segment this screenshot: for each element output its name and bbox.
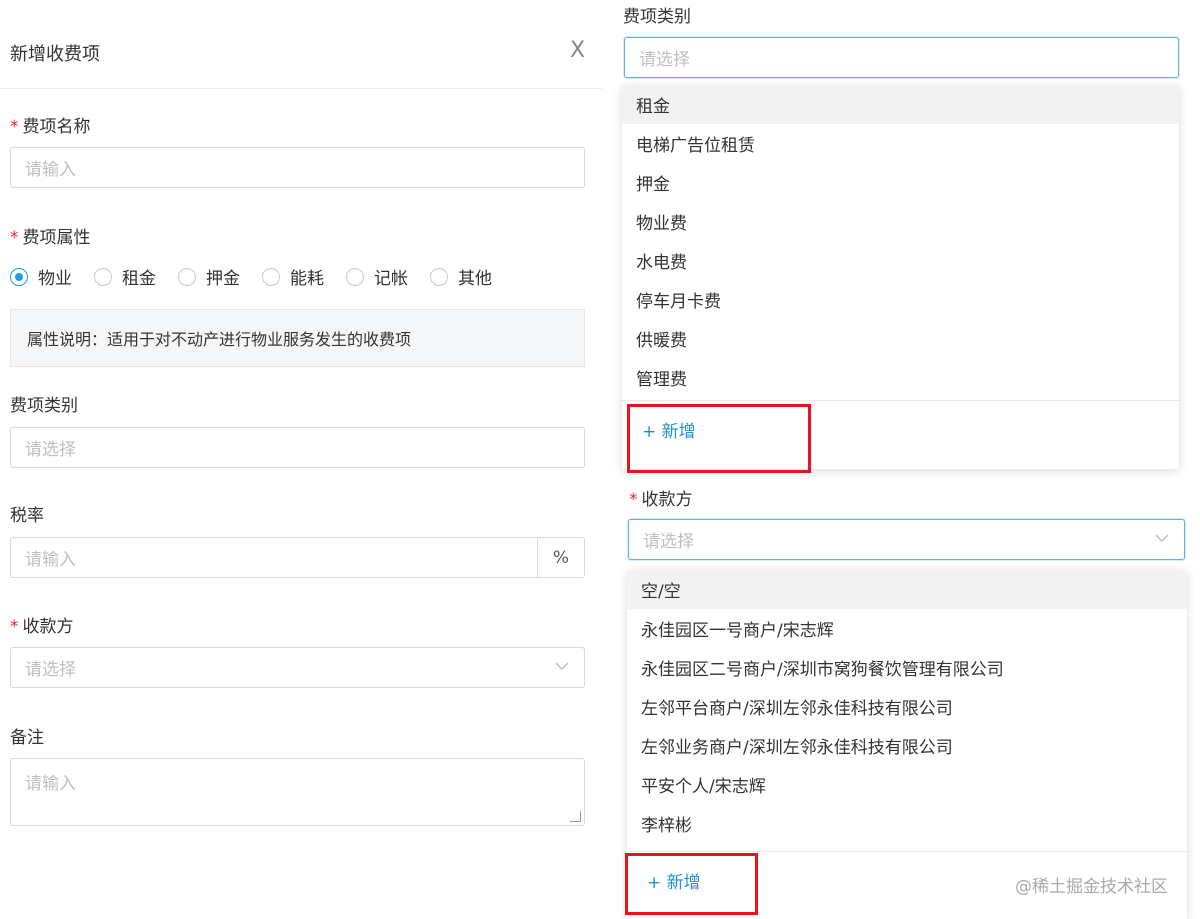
- remark-field-label: 备注: [10, 728, 44, 748]
- required-mark: *: [10, 117, 19, 137]
- payee-select-placeholder: 请选择: [25, 660, 76, 680]
- payee-option[interactable]: 左邻业务商户/深圳左邻永佳科技有限公司: [627, 726, 1187, 765]
- category-option[interactable]: 水电费: [622, 241, 1179, 280]
- payee-panel-placeholder: 请选择: [643, 532, 694, 552]
- resize-handle-icon[interactable]: [570, 811, 581, 822]
- payee-panel-label: * 收款方: [629, 490, 693, 510]
- category-option[interactable]: 管理费: [622, 358, 1179, 397]
- category-option[interactable]: 押金: [622, 163, 1179, 202]
- remark-textarea[interactable]: 请输入: [10, 758, 585, 826]
- modal-title: 新增收费项: [10, 44, 100, 65]
- payee-option[interactable]: 空/空: [627, 570, 1187, 609]
- close-icon[interactable]: X: [570, 38, 585, 63]
- chevron-down-icon: [554, 658, 570, 678]
- payee-option[interactable]: 平安个人/宋志辉: [627, 765, 1187, 804]
- payee-option[interactable]: 左邻平台商户/深圳左邻永佳科技有限公司: [627, 687, 1187, 726]
- payee-option[interactable]: 李梓彬: [627, 804, 1187, 843]
- category-panel-placeholder: 请选择: [639, 50, 690, 70]
- category-select-placeholder: 请选择: [25, 440, 76, 460]
- radio-empty-icon: [346, 267, 364, 286]
- tax-input-placeholder: 请输入: [25, 550, 76, 570]
- required-mark: *: [10, 228, 19, 248]
- tax-field-label: 税率: [10, 506, 44, 526]
- radio-nenghao[interactable]: 能耗: [262, 264, 324, 289]
- category-option[interactable]: 电梯广告位租赁: [622, 124, 1179, 163]
- radio-yajin[interactable]: 押金: [178, 264, 240, 289]
- remark-placeholder: 请输入: [25, 774, 76, 794]
- radio-jizhang[interactable]: 记帐: [346, 264, 408, 289]
- attr-field-label: * 费项属性: [10, 228, 91, 248]
- required-mark: *: [629, 490, 638, 510]
- radio-empty-icon: [178, 267, 196, 286]
- highlight-box: [627, 404, 811, 473]
- payee-panel-select[interactable]: 请选择: [628, 519, 1185, 560]
- category-panel-select[interactable]: 请选择: [624, 37, 1179, 78]
- category-select[interactable]: 请选择: [10, 427, 585, 468]
- attr-note: 属性说明：适用于对不动产进行物业服务发生的收费项: [10, 309, 585, 367]
- name-field-label: * 费项名称: [10, 117, 91, 137]
- category-option[interactable]: 租金: [622, 85, 1179, 124]
- watermark: @稀土掘金技术社区: [1015, 877, 1168, 897]
- category-option[interactable]: 停车月卡费: [622, 280, 1179, 319]
- radio-zujin[interactable]: 租金: [94, 264, 156, 289]
- payee-option[interactable]: 永佳园区一号商户/宋志辉: [627, 609, 1187, 648]
- radio-empty-icon: [94, 267, 112, 286]
- tax-input[interactable]: 请输入 %: [10, 537, 585, 578]
- category-option[interactable]: 物业费: [622, 202, 1179, 241]
- radio-wuye[interactable]: 物业: [10, 264, 72, 289]
- header-divider: [0, 88, 602, 89]
- chevron-down-icon: [1154, 530, 1170, 550]
- category-field-label: 费项类别: [10, 396, 78, 416]
- radio-empty-icon: [262, 267, 280, 286]
- radio-empty-icon: [430, 267, 448, 286]
- radio-selected-icon: [10, 267, 28, 286]
- required-mark: *: [10, 617, 19, 637]
- radio-qita[interactable]: 其他: [430, 264, 492, 289]
- name-input-placeholder: 请输入: [25, 160, 76, 180]
- category-panel-label: 费项类别: [623, 7, 691, 27]
- category-option[interactable]: 供暖费: [622, 319, 1179, 358]
- highlight-box: [625, 853, 758, 915]
- payee-select[interactable]: 请选择: [10, 647, 585, 688]
- payee-option[interactable]: 永佳园区二号商户/深圳市窝狗餐饮管理有限公司: [627, 648, 1187, 687]
- name-input[interactable]: 请输入: [10, 147, 585, 188]
- attr-radio-group: 物业 租金 押金 能耗 记帐 其他: [10, 264, 514, 289]
- percent-addon: %: [537, 538, 584, 577]
- payee-field-label: * 收款方: [10, 617, 74, 637]
